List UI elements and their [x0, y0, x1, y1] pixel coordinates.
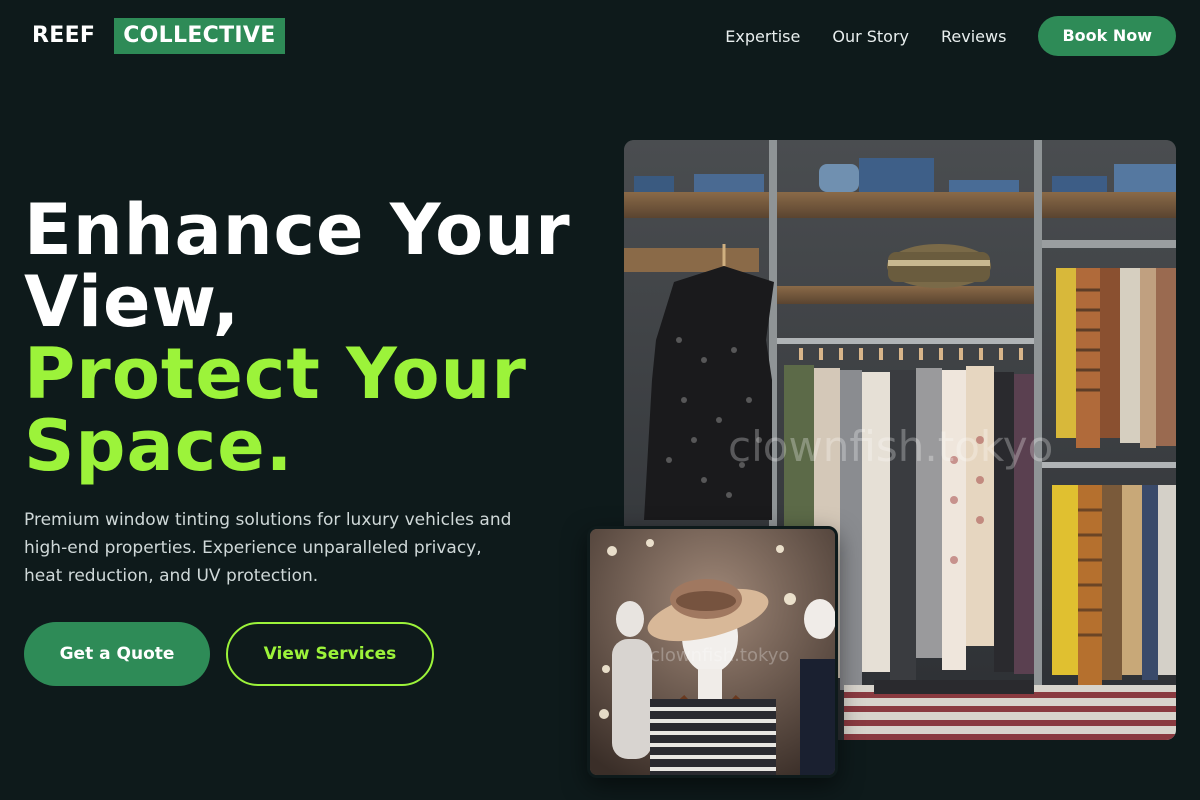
book-now-button[interactable]: Book Now [1038, 16, 1176, 56]
logo-text-reef: REEF [32, 23, 96, 48]
brand-logo[interactable]: REEF COLLECTIVE [32, 18, 285, 54]
hero-title-line-2: View, [24, 261, 241, 343]
nav-link-reviews[interactable]: Reviews [941, 27, 1006, 46]
hero-description: Premium window tinting solutions for lux… [24, 510, 512, 586]
hero-title-line-1: Enhance Your [24, 189, 571, 271]
hero-title: Enhance Your View, Protect Your Space. [24, 194, 604, 482]
site-header: REEF COLLECTIVE Expertise Our Story Revi… [0, 0, 1200, 72]
watermark-main: clownfish.tokyo [728, 422, 1054, 471]
logo-text-collective: COLLECTIVE [114, 18, 285, 54]
hero-title-line-3: Protect Your [24, 333, 527, 415]
nav-link-expertise[interactable]: Expertise [725, 27, 800, 46]
main-nav: Expertise Our Story Reviews Book Now [725, 16, 1176, 56]
get-a-quote-button[interactable]: Get a Quote [24, 622, 210, 686]
view-services-button[interactable]: View Services [226, 622, 434, 686]
hero-image-mannequin: clownfish.tokyo [587, 526, 838, 778]
watermark-secondary: clownfish.tokyo [650, 645, 790, 666]
hero-title-line-4: Space. [24, 405, 294, 487]
nav-link-our-story[interactable]: Our Story [832, 27, 909, 46]
